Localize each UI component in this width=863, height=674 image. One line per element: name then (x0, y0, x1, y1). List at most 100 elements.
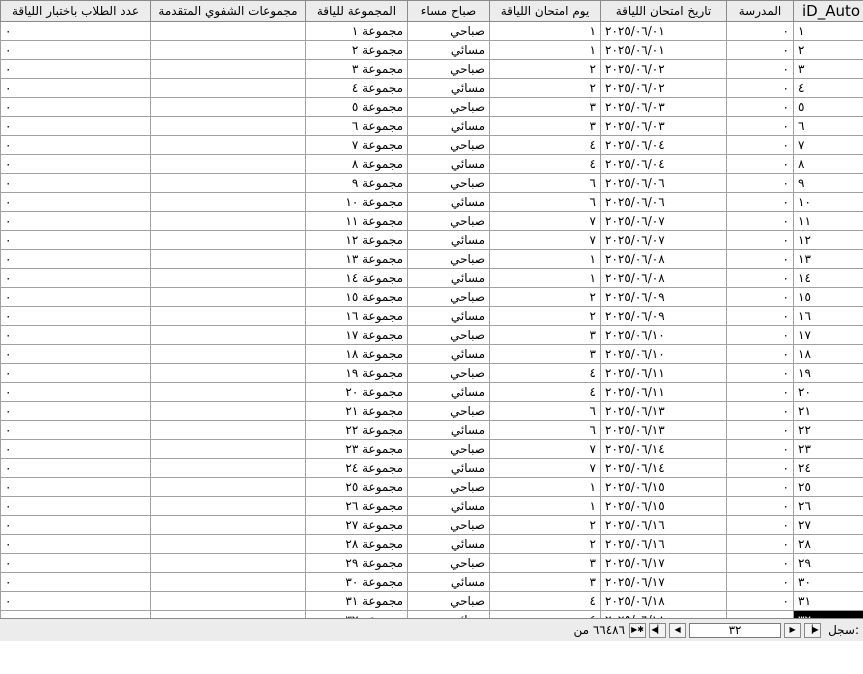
cell-exam-day[interactable]: ٢ (489, 59, 601, 79)
cell-oral-groups[interactable] (150, 591, 306, 611)
cell-period[interactable]: صباحي (407, 97, 490, 117)
cell-exam-date[interactable]: ٢٠٢٥/٠٦/١٤ (600, 439, 727, 459)
cell-exam-date[interactable]: ٢٠٢٥/٠٦/٠٦ (600, 192, 727, 212)
cell-exam-date[interactable]: ٢٠٢٥/٠٦/١٥ (600, 477, 727, 497)
cell-student-count[interactable]: ٠ (0, 477, 151, 497)
cell-student-count[interactable]: ٠ (0, 325, 151, 345)
cell-exam-day[interactable]: ٤ (489, 363, 601, 383)
cell-student-count[interactable]: ٠ (0, 173, 151, 193)
cell-student-count[interactable]: ٠ (0, 382, 151, 402)
table-row[interactable]: ٠ مجموعة ١٢ مسائي ٧ ٢٠٢٥/٠٦/٠٧ ٠ ١٢ (0, 230, 863, 250)
cell-exam-date[interactable]: ٢٠٢٥/٠٦/١١ (600, 363, 727, 383)
table-row[interactable]: ٠ مجموعة ١٨ مسائي ٣ ٢٠٢٥/٠٦/١٠ ٠ ١٨ (0, 344, 863, 364)
cell-exam-day[interactable]: ٦ (489, 173, 601, 193)
cell-oral-groups[interactable] (150, 477, 306, 497)
cell-exam-day[interactable]: ٧ (489, 439, 601, 459)
cell-fitness-group[interactable]: مجموعة ٣ (305, 59, 408, 79)
cell-period[interactable]: مسائي (407, 268, 490, 288)
cell-period[interactable]: صباحي (407, 211, 490, 231)
cell-id[interactable]: ٢٧ (793, 515, 863, 535)
cell-fitness-group[interactable]: مجموعة ٢١ (305, 401, 408, 421)
cell-exam-day[interactable]: ٣ (489, 572, 601, 592)
cell-school[interactable]: ٠ (726, 173, 794, 193)
current-record-input[interactable] (689, 622, 782, 638)
cell-period[interactable]: صباحي (407, 173, 490, 193)
table-row[interactable]: ٠ مجموعة ٢٤ مسائي ٧ ٢٠٢٥/٠٦/١٤ ٠ ٢٤ (0, 458, 863, 478)
cell-exam-date[interactable]: ٢٠٢٥/٠٦/٠٧ (600, 230, 727, 250)
cell-oral-groups[interactable] (150, 116, 306, 136)
cell-id[interactable]: ٥ (793, 97, 863, 117)
cell-fitness-group[interactable]: مجموعة ٢٤ (305, 458, 408, 478)
table-row[interactable]: ٠ مجموعة ١٧ صباحي ٣ ٢٠٢٥/٠٦/١٠ ٠ ١٧ (0, 325, 863, 345)
cell-oral-groups[interactable] (150, 496, 306, 516)
table-row[interactable]: ٠ مجموعة ١٩ صباحي ٤ ٢٠٢٥/٠٦/١١ ٠ ١٩ (0, 363, 863, 383)
column-header-oral-groups[interactable]: مجموعات الشفوي المتقدمة (150, 0, 306, 22)
cell-period[interactable]: صباحي (407, 553, 490, 573)
cell-fitness-group[interactable]: مجموعة ٩ (305, 173, 408, 193)
cell-exam-date[interactable]: ٢٠٢٥/٠٦/١٠ (600, 344, 727, 364)
cell-oral-groups[interactable] (150, 553, 306, 573)
cell-school[interactable]: ٠ (726, 59, 794, 79)
cell-student-count[interactable]: ٠ (0, 439, 151, 459)
cell-school[interactable]: ٠ (726, 534, 794, 554)
cell-student-count[interactable]: ٠ (0, 553, 151, 573)
cell-oral-groups[interactable] (150, 78, 306, 98)
table-row[interactable]: ٠ مجموعة ١٣ صباحي ١ ٢٠٢٥/٠٦/٠٨ ٠ ١٣ (0, 249, 863, 269)
cell-school[interactable]: ٠ (726, 40, 794, 60)
cell-student-count[interactable]: ٠ (0, 572, 151, 592)
cell-exam-day[interactable]: ٢ (489, 78, 601, 98)
cell-oral-groups[interactable] (150, 154, 306, 174)
cell-period[interactable]: مسائي (407, 154, 490, 174)
cell-fitness-group[interactable]: مجموعة ١٣ (305, 249, 408, 269)
cell-student-count[interactable]: ٠ (0, 420, 151, 440)
cell-oral-groups[interactable] (150, 230, 306, 250)
table-row[interactable]: ٠ مجموعة ٢٦ مسائي ١ ٢٠٢٥/٠٦/١٥ ٠ ٢٦ (0, 496, 863, 516)
cell-period[interactable]: مسائي (407, 534, 490, 554)
cell-fitness-group[interactable]: مجموعة ٢٩ (305, 553, 408, 573)
cell-fitness-group[interactable]: مجموعة ٢٣ (305, 439, 408, 459)
cell-fitness-group[interactable]: مجموعة ٢٥ (305, 477, 408, 497)
cell-id[interactable]: ٨ (793, 154, 863, 174)
cell-student-count[interactable]: ٠ (0, 287, 151, 307)
cell-exam-day[interactable]: ٧ (489, 230, 601, 250)
cell-id[interactable]: ١٣ (793, 249, 863, 269)
cell-exam-day[interactable]: ٤ (489, 382, 601, 402)
cell-id[interactable]: ٧ (793, 135, 863, 155)
cell-id[interactable]: ٩ (793, 173, 863, 193)
cell-oral-groups[interactable] (150, 97, 306, 117)
cell-school[interactable]: ٠ (726, 287, 794, 307)
cell-period[interactable]: مسائي (407, 458, 490, 478)
cell-period[interactable]: مسائي (407, 496, 490, 516)
cell-exam-day[interactable]: ١ (489, 268, 601, 288)
cell-exam-date[interactable]: ٢٠٢٥/٠٦/١٣ (600, 401, 727, 421)
cell-fitness-group[interactable]: مجموعة ٢ (305, 40, 408, 60)
cell-period[interactable]: مسائي (407, 192, 490, 212)
table-row[interactable]: ٠ مجموعة ٣٠ مسائي ٣ ٢٠٢٥/٠٦/١٧ ٠ ٣٠ (0, 572, 863, 592)
cell-exam-day[interactable]: ٢ (489, 287, 601, 307)
first-record-button[interactable]: ▕▶ (804, 622, 822, 638)
cell-period[interactable]: مسائي (407, 382, 490, 402)
cell-period[interactable]: صباحي (407, 439, 490, 459)
cell-exam-day[interactable]: ٦ (489, 401, 601, 421)
cell-oral-groups[interactable] (150, 21, 306, 41)
table-row[interactable]: ٠ مجموعة ٢٢ مسائي ٦ ٢٠٢٥/٠٦/١٣ ٠ ٢٢ (0, 420, 863, 440)
column-header-student-count[interactable]: عدد الطلاب باختبار اللياقة (0, 0, 151, 22)
cell-school[interactable]: ٠ (726, 249, 794, 269)
cell-fitness-group[interactable]: مجموعة ١٤ (305, 268, 408, 288)
table-row[interactable]: ٠ مجموعة ١١ صباحي ٧ ٢٠٢٥/٠٦/٠٧ ٠ ١١ (0, 211, 863, 231)
cell-student-count[interactable]: ٠ (0, 458, 151, 478)
cell-school[interactable]: ٠ (726, 135, 794, 155)
cell-exam-day[interactable]: ٦ (489, 420, 601, 440)
cell-exam-day[interactable]: ٣ (489, 97, 601, 117)
cell-fitness-group[interactable]: مجموعة ٢٠ (305, 382, 408, 402)
cell-exam-day[interactable]: ٧ (489, 458, 601, 478)
cell-school[interactable]: ٠ (726, 458, 794, 478)
cell-school[interactable]: ٠ (726, 116, 794, 136)
cell-exam-date[interactable]: ٢٠٢٥/٠٦/٠٤ (600, 154, 727, 174)
cell-fitness-group[interactable]: مجموعة ١٧ (305, 325, 408, 345)
cell-exam-day[interactable]: ٣ (489, 553, 601, 573)
cell-oral-groups[interactable] (150, 382, 306, 402)
cell-oral-groups[interactable] (150, 249, 306, 269)
cell-school[interactable]: ٠ (726, 496, 794, 516)
cell-student-count[interactable]: ٠ (0, 21, 151, 41)
